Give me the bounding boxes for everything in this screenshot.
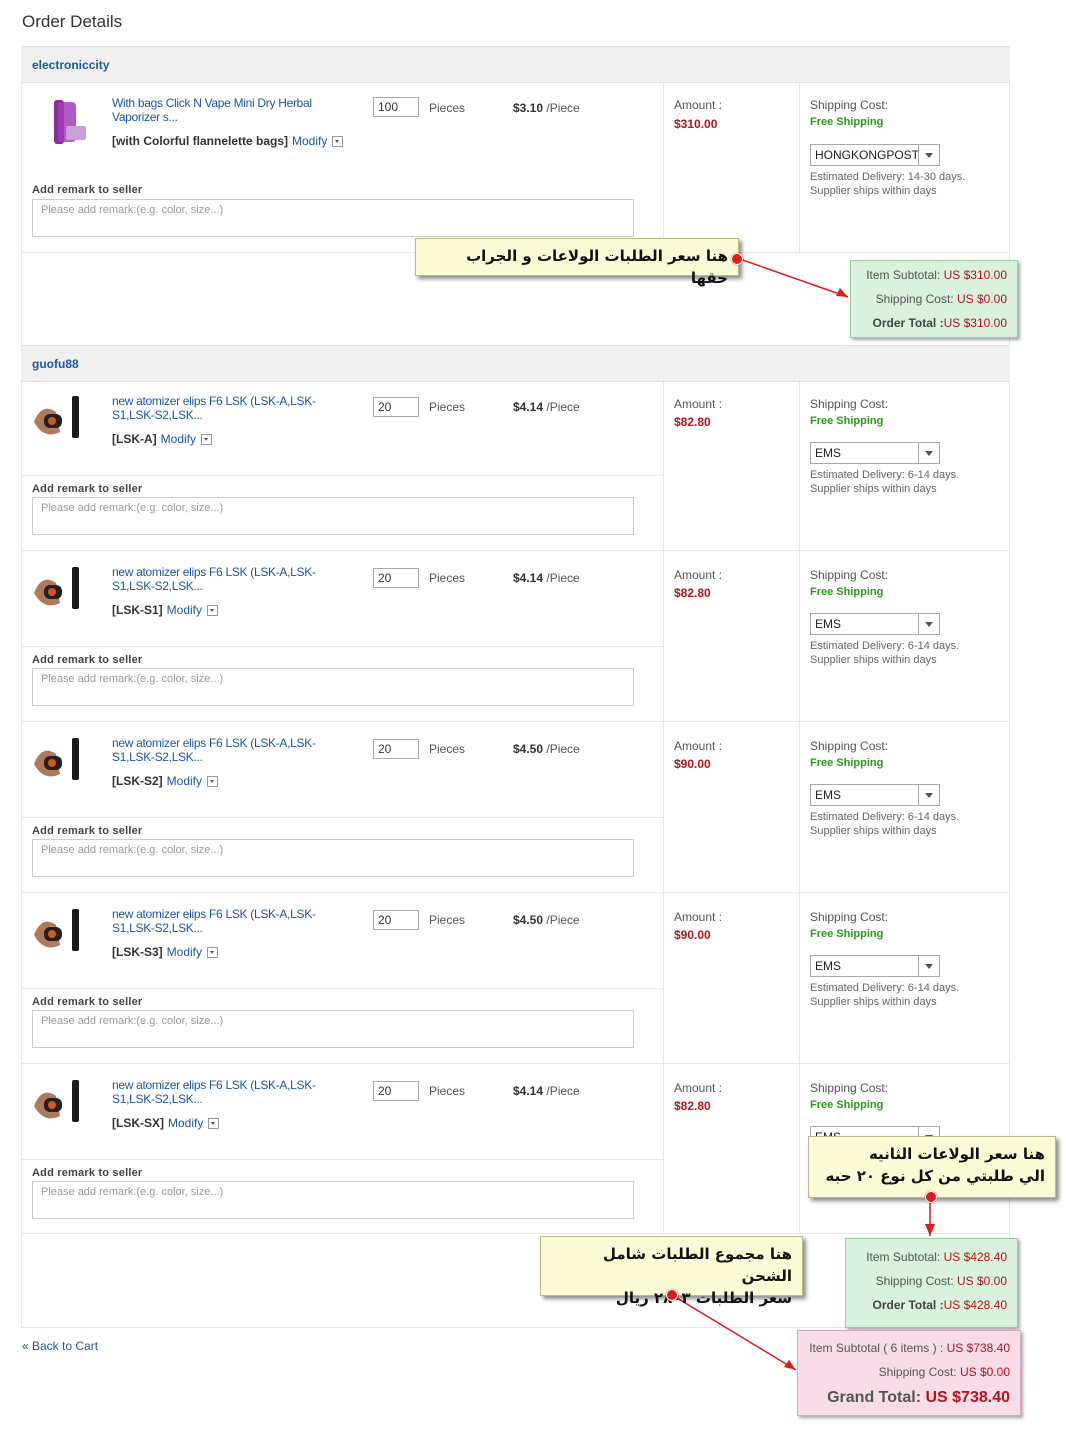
annotation-arrow xyxy=(736,257,849,298)
arrowhead-icon xyxy=(925,1224,935,1236)
annotation-text: هنا سعر الطلبات الولاعات و الجراب حقها xyxy=(466,247,728,287)
annotation-dot-icon xyxy=(666,1289,678,1301)
annotation-text: هنا مجموع الطلبات شامل الشحن xyxy=(602,1245,792,1285)
annotation-dot-icon xyxy=(925,1191,937,1203)
annotation-arrows xyxy=(671,257,935,1371)
annotation-note: هنا سعر الطلبات الولاعات و الجراب حقها xyxy=(415,238,739,287)
arrowhead-icon xyxy=(784,1360,796,1370)
annotation-dot-icon xyxy=(731,253,743,265)
annotation-note: هنا مجموع الطلبات شامل الشحن سعر الطلبات… xyxy=(540,1236,803,1307)
annotation-text: هنا سعر الولاعات الثانيه xyxy=(868,1145,1045,1163)
annotation-text: الي طلبتي من كل نوع ٢٠ حبه xyxy=(825,1167,1046,1185)
annotation-note: هنا سعر الولاعات الثانيه الي طلبتي من كل… xyxy=(808,1136,1056,1198)
arrowhead-icon xyxy=(836,288,848,297)
